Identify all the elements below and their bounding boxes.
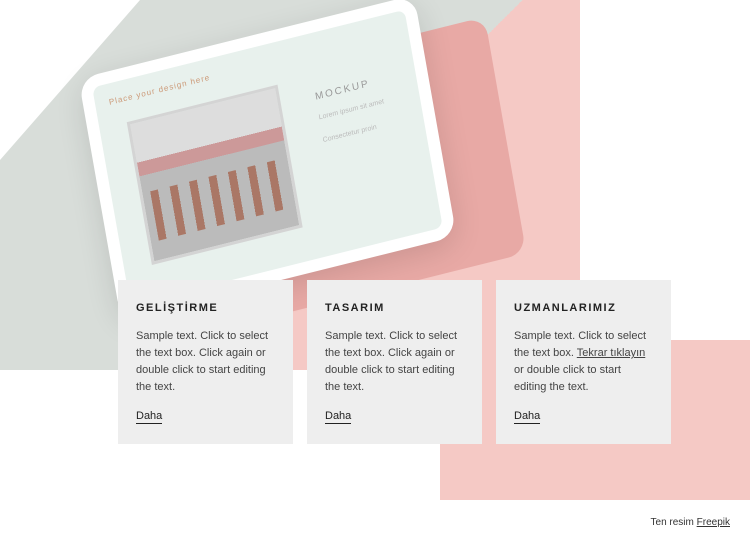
card-more-link[interactable]: Daha [136,410,162,424]
card-title: UZMANLARIMIZ [514,302,653,314]
screen-side-text: MOCKUP Lorem ipsum sit amet Consectetur … [314,71,406,146]
card-title: GELİŞTİRME [136,302,275,314]
card-body[interactable]: Sample text. Click to select the text bo… [325,328,464,396]
card-design[interactable]: TASARIM Sample text. Click to select the… [307,280,482,444]
card-more-link[interactable]: Daha [325,410,351,424]
screen-preview-image [127,85,303,265]
card-experts[interactable]: UZMANLARIMIZ Sample text. Click to selec… [496,280,671,444]
card-more-link[interactable]: Daha [514,410,540,424]
inline-link[interactable]: Tekrar tıklayın [577,347,645,359]
card-title: TASARIM [325,302,464,314]
image-credit: Ten resim Freepik [651,517,730,528]
credit-source-link[interactable]: Freepik [697,517,730,528]
card-body[interactable]: Sample text. Click to select the text bo… [514,328,653,396]
card-body[interactable]: Sample text. Click to select the text bo… [136,328,275,396]
feature-cards-row: GELİŞTİRME Sample text. Click to select … [118,280,671,444]
card-development[interactable]: GELİŞTİRME Sample text. Click to select … [118,280,293,444]
